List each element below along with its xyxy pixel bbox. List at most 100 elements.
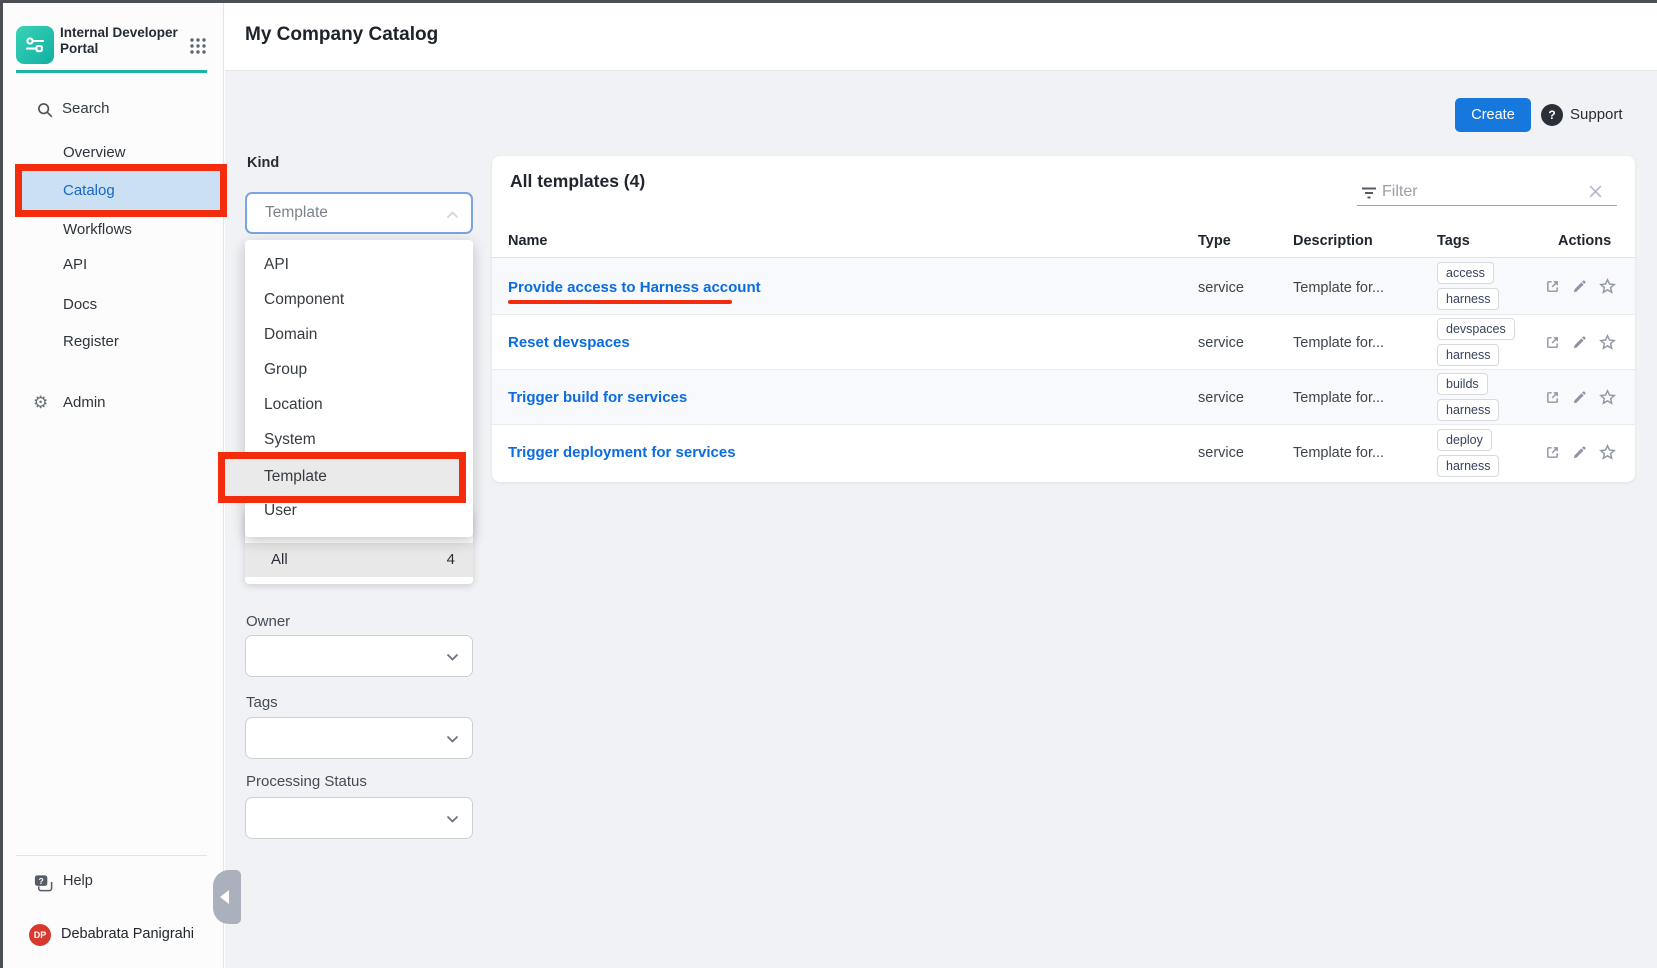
edit-pencil-icon[interactable] [1571,389,1588,406]
svg-text:?: ? [38,876,43,886]
filter-funnel-icon [1360,186,1378,205]
tag-chip: deploy [1437,429,1492,451]
sidebar-divider [16,855,207,856]
open-in-new-icon[interactable] [1544,278,1561,295]
column-header-tags: Tags [1437,233,1470,249]
kind-select-value: Template [265,204,328,222]
create-button[interactable]: Create [1455,98,1531,132]
app-title: Internal Developer Portal [60,25,184,56]
support-help-icon[interactable]: ? [1541,104,1563,126]
user-profile[interactable]: DP Debabrata Panigrahi [0,922,224,948]
edit-pencil-icon[interactable] [1571,278,1588,295]
kind-filter-label: Kind [247,155,279,171]
sidebar-item-overview[interactable]: Overview [63,142,126,164]
template-link[interactable]: Trigger build for services [508,389,687,406]
type-cell: service [1198,390,1244,406]
star-favorite-icon[interactable] [1598,443,1617,462]
sidebar-collapse-handle[interactable] [213,870,241,924]
kind-option-system[interactable]: System [245,428,473,452]
column-header-type: Type [1198,233,1231,249]
edit-pencil-icon[interactable] [1571,444,1588,461]
kind-option-component[interactable]: Component [245,288,473,312]
column-header-description: Description [1293,233,1373,249]
template-link[interactable]: Reset devspaces [508,334,630,351]
template-link[interactable]: Trigger deployment for services [508,444,736,461]
kind-option-api[interactable]: API [245,253,473,277]
help-label: Help [63,873,93,889]
table-row: Reset devspaces service Template for... … [492,315,1635,370]
tags-cell: devspaces harness [1437,315,1515,369]
sidebar-item-catalog[interactable]: Catalog [63,180,115,202]
kind-select[interactable]: Template [245,192,473,234]
edit-pencil-icon[interactable] [1571,334,1588,351]
actions-cell [1544,315,1624,369]
kind-option-domain[interactable]: Domain [245,323,473,347]
description-cell: Template for... [1293,335,1384,351]
tag-chip: harness [1437,344,1499,366]
page-header: My Company Catalog [225,0,1657,71]
sidebar-item-workflows[interactable]: Workflows [63,219,132,241]
app-window: Internal Developer Portal Search Overvie… [0,0,1657,968]
templates-table-title: All templates (4) [510,171,645,192]
brand-divider [16,70,207,73]
tags-cell: builds harness [1437,370,1499,424]
all-filter-count: 4 [447,551,455,568]
table-row: Trigger build for services service Templ… [492,370,1635,425]
column-header-name: Name [508,233,548,249]
sidebar: Internal Developer Portal Search Overvie… [0,0,224,968]
star-favorite-icon[interactable] [1598,277,1617,296]
column-header-actions: Actions [1558,233,1611,249]
sidebar-item-search[interactable]: Search [0,96,224,126]
table-row: Trigger deployment for services service … [492,425,1635,480]
annotation-underline-first-template [508,300,732,304]
user-name: Debabrata Panigrahi [61,926,194,942]
kind-option-group[interactable]: Group [245,358,473,382]
templates-table-card: All templates (4) Name Type Description … [492,156,1635,482]
table-row: Provide access to Harness account servic… [492,258,1635,315]
filter-input-underline [1357,205,1617,206]
type-cell: service [1198,335,1244,351]
all-filter-label: All [271,551,288,568]
processing-status-filter-label: Processing Status [246,773,367,790]
apps-grid-icon[interactable] [188,36,208,61]
collapse-left-arrow-icon [220,890,229,904]
idp-logo-icon [23,33,47,57]
sidebar-item-help[interactable]: ? Help [0,872,224,896]
actions-cell [1544,370,1624,424]
owner-select[interactable] [245,635,473,677]
table-filter-input[interactable] [1382,180,1572,204]
window-frame-left [0,0,3,968]
search-label: Search [62,100,110,117]
open-in-new-icon[interactable] [1544,444,1561,461]
all-filter-row[interactable]: All 4 [245,543,473,577]
sidebar-item-admin[interactable]: ⚙ Admin [0,390,224,420]
type-cell: service [1198,280,1244,296]
type-cell: service [1198,445,1244,461]
tags-select[interactable] [245,717,473,759]
star-favorite-icon[interactable] [1598,333,1617,352]
tag-chip: harness [1437,288,1499,310]
support-button[interactable]: Support [1570,106,1623,123]
actions-cell [1544,258,1624,314]
star-favorite-icon[interactable] [1598,388,1617,407]
tag-chip: harness [1437,399,1499,421]
open-in-new-icon[interactable] [1544,389,1561,406]
sidebar-item-api[interactable]: API [63,254,87,276]
user-avatar: DP [29,924,51,946]
kind-option-template[interactable]: Template [264,465,327,489]
clear-filter-icon[interactable] [1588,184,1603,204]
template-link[interactable]: Provide access to Harness account [508,279,761,296]
window-frame-top [0,0,1657,3]
sidebar-item-docs[interactable]: Docs [63,294,97,316]
page-title: My Company Catalog [245,24,438,46]
annotation-box-template [218,452,466,503]
open-in-new-icon[interactable] [1544,334,1561,351]
tags-cell: access harness [1437,258,1499,314]
owner-filter-label: Owner [246,613,290,630]
tag-chip: devspaces [1437,318,1515,340]
kind-option-location[interactable]: Location [245,393,473,417]
actions-cell [1544,425,1624,480]
processing-status-select[interactable] [245,797,473,839]
description-cell: Template for... [1293,280,1384,296]
sidebar-item-register[interactable]: Register [63,331,119,353]
